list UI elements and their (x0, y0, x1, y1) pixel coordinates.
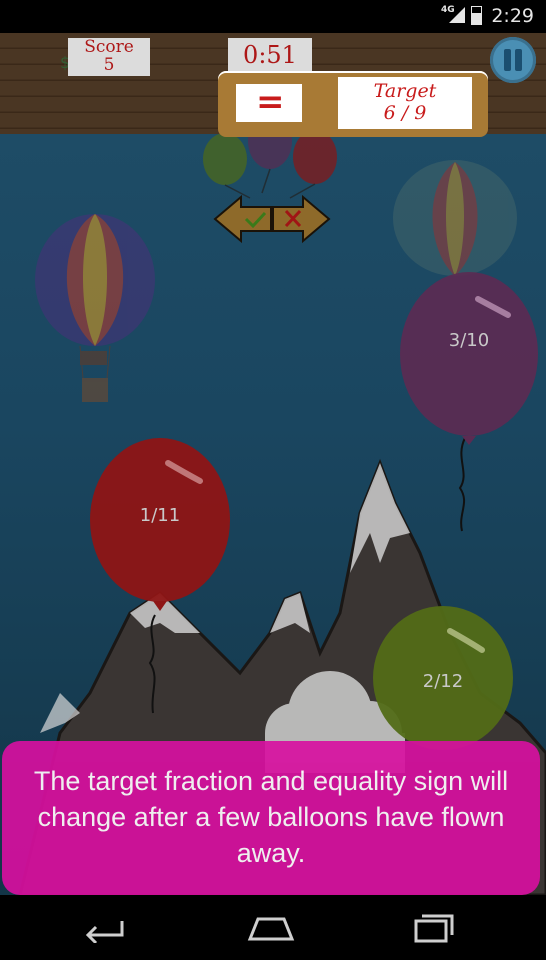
score-card: Score 5 (68, 38, 150, 76)
hint-text: The target fraction and equality sign wi… (33, 766, 509, 868)
back-icon[interactable] (82, 913, 128, 943)
target-card: Target 6 / 9 (338, 77, 472, 129)
status-time: 2:29 (491, 5, 534, 27)
pause-icon-bar (515, 49, 522, 71)
recents-icon[interactable] (412, 913, 456, 943)
arrow-controls[interactable] (213, 193, 331, 245)
status-bar: 4G 2:29 (0, 0, 546, 33)
hint-banner[interactable]: The target fraction and equality sign wi… (2, 741, 540, 895)
pause-button[interactable] (490, 37, 536, 83)
equality-sign: = (256, 82, 285, 122)
score-label: Score (84, 37, 134, 57)
balloon-3-10[interactable] (400, 272, 538, 532)
check-arrow-icon[interactable] (213, 194, 272, 244)
hot-air-balloon-right (393, 160, 517, 276)
balloon-label: 2/12 (423, 671, 463, 692)
signal-icon (449, 7, 465, 23)
target-panel: = Target 6 / 9 (218, 71, 488, 137)
balloon-label: 1/11 (140, 505, 180, 526)
navigation-bar (0, 895, 546, 960)
target-value: 6 / 9 (383, 102, 427, 124)
cross-arrow-icon[interactable] (272, 194, 331, 244)
score-value: 5 (103, 55, 115, 75)
home-icon[interactable] (246, 913, 296, 943)
equality-sign-card: = (236, 82, 302, 122)
game-area[interactable]: 3/10 1/11 2/12 $ Score 5 0:51 = Target 6… (0, 33, 546, 895)
hot-air-balloon-left (35, 214, 155, 402)
pause-icon (504, 49, 511, 71)
balloon-label: 3/10 (449, 330, 489, 351)
target-label: Target (373, 80, 437, 102)
battery-icon (471, 6, 482, 25)
